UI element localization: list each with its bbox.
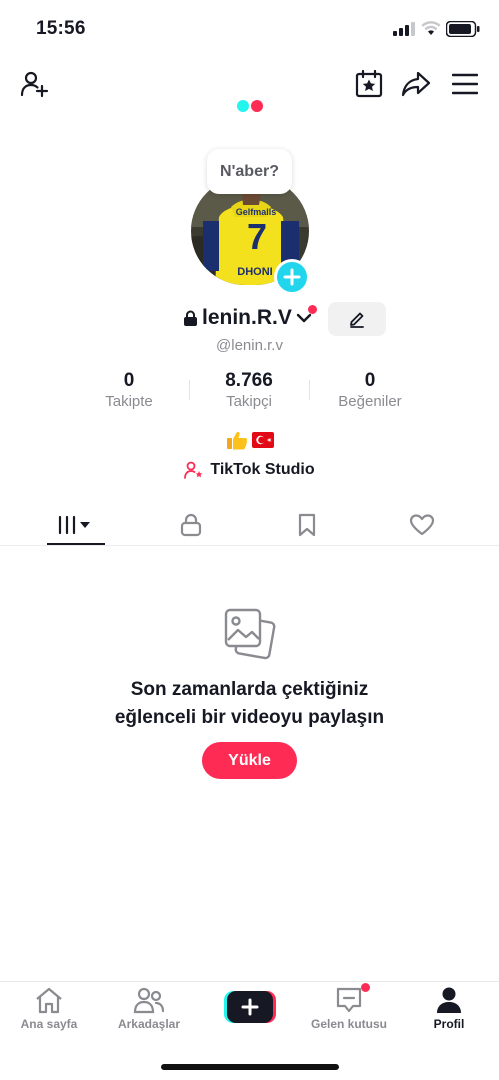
studio-user-icon	[184, 461, 203, 479]
empty-state-message: Son zamanlarda çektiğiniz eğlenceli bir …	[0, 676, 499, 732]
upload-button[interactable]: Yükle	[202, 742, 297, 779]
username-switcher[interactable]: lenin.R.V	[183, 306, 312, 330]
nav-friends[interactable]: Arkadaşlar	[104, 986, 194, 1036]
status-bubble[interactable]: N'aber?	[207, 149, 292, 194]
plus-icon	[283, 268, 301, 286]
nav-home[interactable]: Ana sayfa	[4, 986, 94, 1036]
share-icon[interactable]	[398, 66, 434, 102]
menu-icon[interactable]	[447, 66, 483, 102]
edit-profile-button[interactable]	[328, 302, 386, 336]
add-user-icon[interactable]	[16, 66, 52, 102]
display-name: lenin.R.V	[202, 306, 292, 329]
nav-profile-label: Profil	[433, 1017, 465, 1031]
inbox-icon	[336, 987, 362, 1013]
nav-profile[interactable]: Profil	[404, 986, 494, 1036]
nav-divider	[0, 981, 499, 982]
notification-dot	[308, 305, 317, 314]
photos-icon	[224, 608, 276, 660]
tab-videos[interactable]	[46, 505, 106, 545]
nav-home-label: Ana sayfa	[20, 1017, 78, 1031]
jersey-name: DHONI	[237, 266, 272, 278]
nav-friends-label: Arkadaşlar	[117, 1017, 181, 1031]
thumbs-up-icon	[227, 431, 248, 450]
nav-inbox-label: Gelen kutusu	[310, 1017, 387, 1031]
pencil-icon	[350, 312, 364, 328]
battery-icon	[446, 21, 480, 37]
calendar-star-icon[interactable]	[351, 66, 387, 102]
tabs-divider	[0, 545, 499, 546]
bookmark-icon	[298, 513, 316, 537]
videos-grid-icon	[58, 515, 90, 535]
nav-inbox[interactable]: Gelen kutusu	[304, 986, 394, 1036]
followers-count: 8.766	[225, 370, 273, 391]
tab-private[interactable]	[161, 505, 221, 545]
create-button[interactable]	[224, 990, 276, 1024]
lock-icon	[184, 310, 197, 326]
tiktok-studio-link[interactable]: TikTok Studio	[0, 461, 499, 479]
tab-liked[interactable]	[392, 505, 452, 545]
heart-icon	[409, 514, 435, 536]
status-time: 15:56	[36, 18, 86, 39]
profile-tabs	[0, 505, 499, 545]
lock-icon	[180, 513, 202, 537]
signal-icon	[393, 22, 415, 36]
home-indicator	[161, 1064, 339, 1070]
tab-saved[interactable]	[277, 505, 337, 545]
home-icon	[36, 987, 62, 1014]
likes-count: 0	[364, 370, 376, 391]
profile-icon	[437, 987, 461, 1013]
likes-label: Beğeniler	[338, 393, 402, 410]
followers-label: Takipçi	[226, 393, 272, 410]
following-count: 0	[123, 370, 135, 391]
followers-stat[interactable]: 8.766 Takipçi	[189, 370, 309, 410]
chevron-down-icon	[296, 313, 312, 323]
empty-state-line1: Son zamanlarda çektiğiniz	[130, 679, 369, 700]
likes-stat[interactable]: 0 Beğeniler	[310, 370, 430, 410]
loading-dots-icon	[237, 100, 263, 112]
user-handle: @lenin.r.v	[216, 337, 283, 354]
jersey-number: 7	[247, 216, 267, 257]
empty-state-line2: eğlenceli bir videoyu paylaşın	[114, 707, 385, 728]
following-stat[interactable]: 0 Takipte	[69, 370, 189, 410]
wifi-icon	[421, 21, 441, 35]
studio-label: TikTok Studio	[210, 461, 315, 478]
friends-icon	[133, 987, 165, 1014]
following-label: Takipte	[105, 393, 153, 410]
turkey-flag-icon	[252, 432, 274, 448]
bio	[226, 430, 276, 450]
inbox-notification-dot	[361, 983, 370, 992]
add-story-button[interactable]	[274, 259, 310, 295]
